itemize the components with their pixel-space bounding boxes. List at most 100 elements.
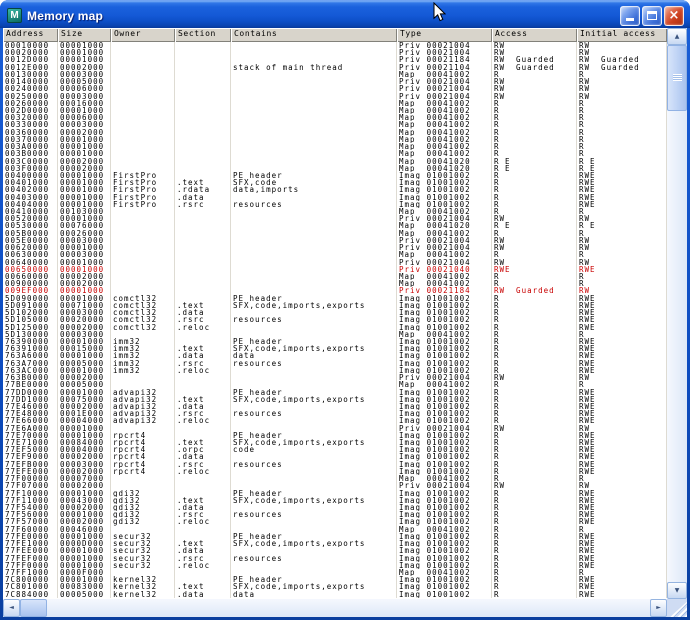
table-row[interactable]: 763A600000001000imm32.datadataImag 01001… [3, 352, 667, 359]
column-header-contains[interactable]: Contains [231, 28, 397, 42]
table-row[interactable]: 0033000000003000Map 00041002RR [3, 121, 667, 128]
table-row[interactable]: 77F6000000046000Map 00041002RR [3, 526, 667, 533]
table-row[interactable]: 763AC00000001000imm32.relocImag 01001002… [3, 367, 667, 374]
table-row[interactable]: 77DD100000075000advapi32.textSFX,code,im… [3, 396, 667, 403]
table-row[interactable]: 003A000000001000Map 00041002RR [3, 143, 667, 150]
column-header-size[interactable]: Size [58, 28, 111, 42]
table-row[interactable]: 7639000000001000imm32PE headerImag 01001… [3, 338, 667, 345]
table-row[interactable]: 0012E00000002000stack of main threadPriv… [3, 64, 667, 71]
column-header-section[interactable]: Section [175, 28, 231, 42]
table-row[interactable]: 77E480000001E000advapi32.rsrcresourcesIm… [3, 410, 667, 417]
table-row[interactable]: 0040100000001000FirstPro.textSFX,codeIma… [3, 179, 667, 186]
table-row[interactable]: 77F1100000043000gdi32.textSFX,code,impor… [3, 497, 667, 504]
close-button[interactable]: × [664, 6, 684, 26]
table-row[interactable]: 77F5700000002000gdi32.relocImag 01001002… [3, 518, 667, 525]
table-row[interactable]: 77EF500000004000rpcrt4.orpccodeImag 0100… [3, 446, 667, 453]
table-row[interactable]: 0040000000001000FirstProPE headerImag 01… [3, 172, 667, 179]
table-row[interactable]: 0052000000001000Priv 00021004RWRW [3, 215, 667, 222]
vertical-scroll-thumb[interactable] [667, 45, 687, 111]
table-row[interactable]: 763B000000002000Priv 00021004RWRW [3, 374, 667, 381]
table-row[interactable]: 77E6600000004000advapi32.relocImag 01001… [3, 417, 667, 424]
resize-grip[interactable] [667, 599, 687, 617]
table-row[interactable]: 0036000000002000Map 00041002RR [3, 129, 667, 136]
table-row[interactable]: 5D09100000071000comctl32.textSFX,code,im… [3, 302, 667, 309]
column-header-type[interactable]: Type [397, 28, 492, 42]
table-row[interactable]: 5D10500000020000comctl32.rsrcresourcesIm… [3, 316, 667, 323]
scroll-down-icon[interactable]: ▼ [667, 582, 687, 599]
table-row[interactable]: 0025000000003000Priv 00021004RWRW [3, 93, 667, 100]
table-row[interactable]: 005B000000026000Map 00041002RR [3, 230, 667, 237]
table-row[interactable]: 0026000000016000Map 00041002RR [3, 100, 667, 107]
table-row[interactable]: 003F000000002000Map 00041020R ER E [3, 165, 667, 172]
table-row[interactable]: 77EFB00000003000rpcrt4.rsrcresourcesImag… [3, 461, 667, 468]
table-row[interactable]: 77E7000000001000rpcrt4PE headerImag 0100… [3, 432, 667, 439]
table-row[interactable]: 0065000000001000Priv 00021040RWERWE [3, 266, 667, 273]
table-row[interactable]: 009EF00000001000Priv 00021184RW GuardedR… [3, 287, 667, 294]
table-row[interactable]: 0012D00000001000Priv 00021184RW GuardedR… [3, 56, 667, 63]
column-header-owner[interactable]: Owner [111, 28, 175, 42]
table-row[interactable]: 763A700000005000imm32.rsrcresourcesImag … [3, 360, 667, 367]
column-header-initial[interactable]: Initial access [577, 28, 667, 42]
table-row[interactable]: 77E6A00000001000Priv 00021004RWRW [3, 425, 667, 432]
table-row[interactable]: 0013000000003000Map 00041002RR [3, 71, 667, 78]
table-row[interactable]: 77F1000000001000gdi32PE headerImag 01001… [3, 490, 667, 497]
scroll-up-icon[interactable]: ▲ [667, 28, 687, 45]
table-row[interactable]: 0062000000001000Priv 00021004RWRW [3, 244, 667, 251]
table-row[interactable]: 77FE10000000D000secur32.textSFX,code,imp… [3, 540, 667, 547]
table-row[interactable]: 0064000000001000Priv 00021004RWRW [3, 259, 667, 266]
table-row[interactable]: 0053000000076000Map 00041020R ER E [3, 222, 667, 229]
table-row[interactable]: 77BE000000005000Map 00041002RR [3, 381, 667, 388]
table-row[interactable]: 0040200000001000FirstPro.rdatadata,impor… [3, 186, 667, 193]
table-row[interactable]: 77FF000000001000secur32.relocImag 010010… [3, 562, 667, 569]
table-row[interactable]: 77EF900000002000rpcrt4.dataImag 01001002… [3, 453, 667, 460]
table-row[interactable]: 5D12500000002000comctl32.relocImag 01001… [3, 324, 667, 331]
table-row[interactable]: 5D10200000003000comctl32.dataImag 010010… [3, 309, 667, 316]
table-row[interactable]: 003B000000001000Map 00041002RR [3, 150, 667, 157]
table-row[interactable]: 0063000000003000Map 00041002RR [3, 251, 667, 258]
horizontal-scrollbar[interactable]: ◄ ► [3, 599, 667, 617]
table-row[interactable]: 77FE000000001000secur32PE headerImag 010… [3, 533, 667, 540]
table-row[interactable]: 77EFE00000002000rpcrt4.relocImag 0100100… [3, 468, 667, 475]
table-row[interactable]: 003C000000002000Map 00041020R ER E [3, 158, 667, 165]
table-row[interactable]: 0040300000001000FirstPro.dataImag 010010… [3, 194, 667, 201]
table-row[interactable]: 5D09000000001000comctl32PE headerImag 01… [3, 295, 667, 302]
scroll-right-icon[interactable]: ► [650, 599, 667, 617]
table-row[interactable]: 0001000000001000Priv 00021004RWRW [3, 42, 667, 49]
table-row[interactable]: 0037000000001000Map 00041002RR [3, 136, 667, 143]
table-row[interactable]: 0024000000006000Priv 00021004RWRW [3, 85, 667, 92]
table-row[interactable]: 7C88400000005000kernel32.datadataImag 01… [3, 591, 667, 598]
memory-map-window-icon[interactable]: M [7, 8, 22, 23]
table-row[interactable]: 7C80100000083000kernel32.textSFX,code,im… [3, 583, 667, 590]
table-row[interactable]: 5D13000000003000Map 00041002RR [3, 331, 667, 338]
table-row[interactable]: 005E000000003000Priv 00021004RWRW [3, 237, 667, 244]
titlebar[interactable]: M Memory map × [0, 0, 690, 28]
table-row[interactable]: 0040400000001000FirstPro.rsrcresourcesIm… [3, 201, 667, 208]
table-row[interactable]: 77DD000000001000advapi32PE headerImag 01… [3, 389, 667, 396]
table-row[interactable]: 0014000000005000Priv 00021004RWRW [3, 78, 667, 85]
scroll-left-icon[interactable]: ◄ [3, 599, 20, 617]
table-row[interactable]: 7C80000000001000kernel32PE headerImag 01… [3, 576, 667, 583]
table-row[interactable]: 002D000000001000Map 00041002RR [3, 107, 667, 114]
table-row[interactable]: 7639100000015000imm32.textSFX,code,impor… [3, 345, 667, 352]
table-row[interactable]: 77F0700000002000Priv 00021004RWRW [3, 482, 667, 489]
table-row[interactable]: 0002000000001000Priv 00021004RWRW [3, 49, 667, 56]
table-row[interactable]: 0066000000002000Map 00041002RR [3, 273, 667, 280]
table-row[interactable]: 0041000000103000Map 00041002RR [3, 208, 667, 215]
table-row[interactable]: 77FF10000000F000Map 00041002RR [3, 569, 667, 576]
table-row[interactable]: 77F5600000001000gdi32.rsrcresourcesImag … [3, 511, 667, 518]
column-header-address[interactable]: Address [3, 28, 58, 42]
table-row[interactable]: 0090000000002000Map 00041002RR [3, 280, 667, 287]
table-row[interactable]: 77F0000000007000Map 00041002RR [3, 475, 667, 482]
table-row[interactable]: 77FEE00000001000secur32.dataImag 0100100… [3, 547, 667, 554]
table-row[interactable]: 0032000000006000Map 00041002RR [3, 114, 667, 121]
vertical-scrollbar[interactable]: ▲ ▼ [667, 28, 687, 599]
minimize-button[interactable] [620, 6, 640, 26]
horizontal-scroll-thumb[interactable] [20, 599, 47, 617]
table-row[interactable]: 77E4600000002000advapi32.dataImag 010010… [3, 403, 667, 410]
column-header-access[interactable]: Access [492, 28, 577, 42]
table-row[interactable]: 77E7100000084000rpcrt4.textSFX,code,impo… [3, 439, 667, 446]
table-row[interactable]: 77F5400000002000gdi32.dataImag 01001002R… [3, 504, 667, 511]
maximize-button[interactable] [642, 6, 662, 26]
cell-size: 00002000 [58, 403, 111, 410]
table-row[interactable]: 77FEF00000001000secur32.rsrcresourcesIma… [3, 555, 667, 562]
